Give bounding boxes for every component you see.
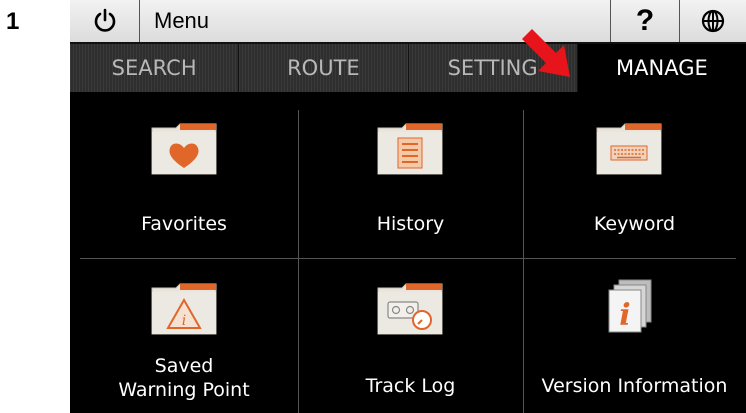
step-number: 1 bbox=[6, 8, 20, 35]
red-arrow-icon bbox=[522, 29, 570, 77]
list-folder-icon bbox=[377, 123, 443, 175]
tab-search[interactable]: SEARCH bbox=[70, 44, 240, 92]
info-document-icon: i bbox=[608, 279, 652, 333]
saved-warning-point-label-line2: Warning Point bbox=[118, 379, 250, 401]
track-log-label: Track Log bbox=[365, 375, 456, 397]
tab-manage[interactable]: MANAGE bbox=[577, 44, 746, 92]
version-information-button[interactable]: i Version Information bbox=[523, 258, 746, 413]
history-label: History bbox=[376, 213, 445, 235]
history-button[interactable]: History bbox=[298, 92, 523, 258]
device-screen: Menu ? SEARCH ROUTE SETTING MANAGE Favor… bbox=[70, 0, 746, 413]
warning-folder-icon: i bbox=[151, 283, 217, 335]
heart-folder-icon bbox=[151, 123, 217, 175]
keyword-label: Keyword bbox=[593, 213, 676, 235]
saved-warning-point-button[interactable]: i Saved Warning Point bbox=[70, 258, 298, 413]
globe-icon bbox=[701, 9, 725, 33]
language-button[interactable] bbox=[680, 0, 746, 42]
manage-grid: Favorites History Keyword i Saved Warnin… bbox=[70, 92, 746, 413]
tracklog-folder-icon bbox=[377, 283, 443, 335]
keyboard-folder-icon bbox=[596, 123, 662, 175]
svg-text:i: i bbox=[182, 313, 186, 329]
version-information-label: Version Information bbox=[541, 375, 728, 397]
tab-bar: SEARCH ROUTE SETTING MANAGE bbox=[70, 44, 746, 92]
help-button[interactable]: ? bbox=[610, 0, 680, 42]
keyword-button[interactable]: Keyword bbox=[523, 92, 746, 258]
favorites-button[interactable]: Favorites bbox=[70, 92, 298, 258]
favorites-label: Favorites bbox=[141, 213, 227, 235]
top-bar: Menu ? bbox=[70, 0, 746, 44]
saved-warning-point-label-line1: Saved bbox=[154, 355, 214, 377]
tab-route[interactable]: ROUTE bbox=[239, 44, 409, 92]
power-icon bbox=[94, 8, 115, 32]
svg-text:i: i bbox=[619, 298, 630, 333]
track-log-button[interactable]: Track Log bbox=[298, 258, 523, 413]
power-button[interactable] bbox=[70, 0, 140, 42]
